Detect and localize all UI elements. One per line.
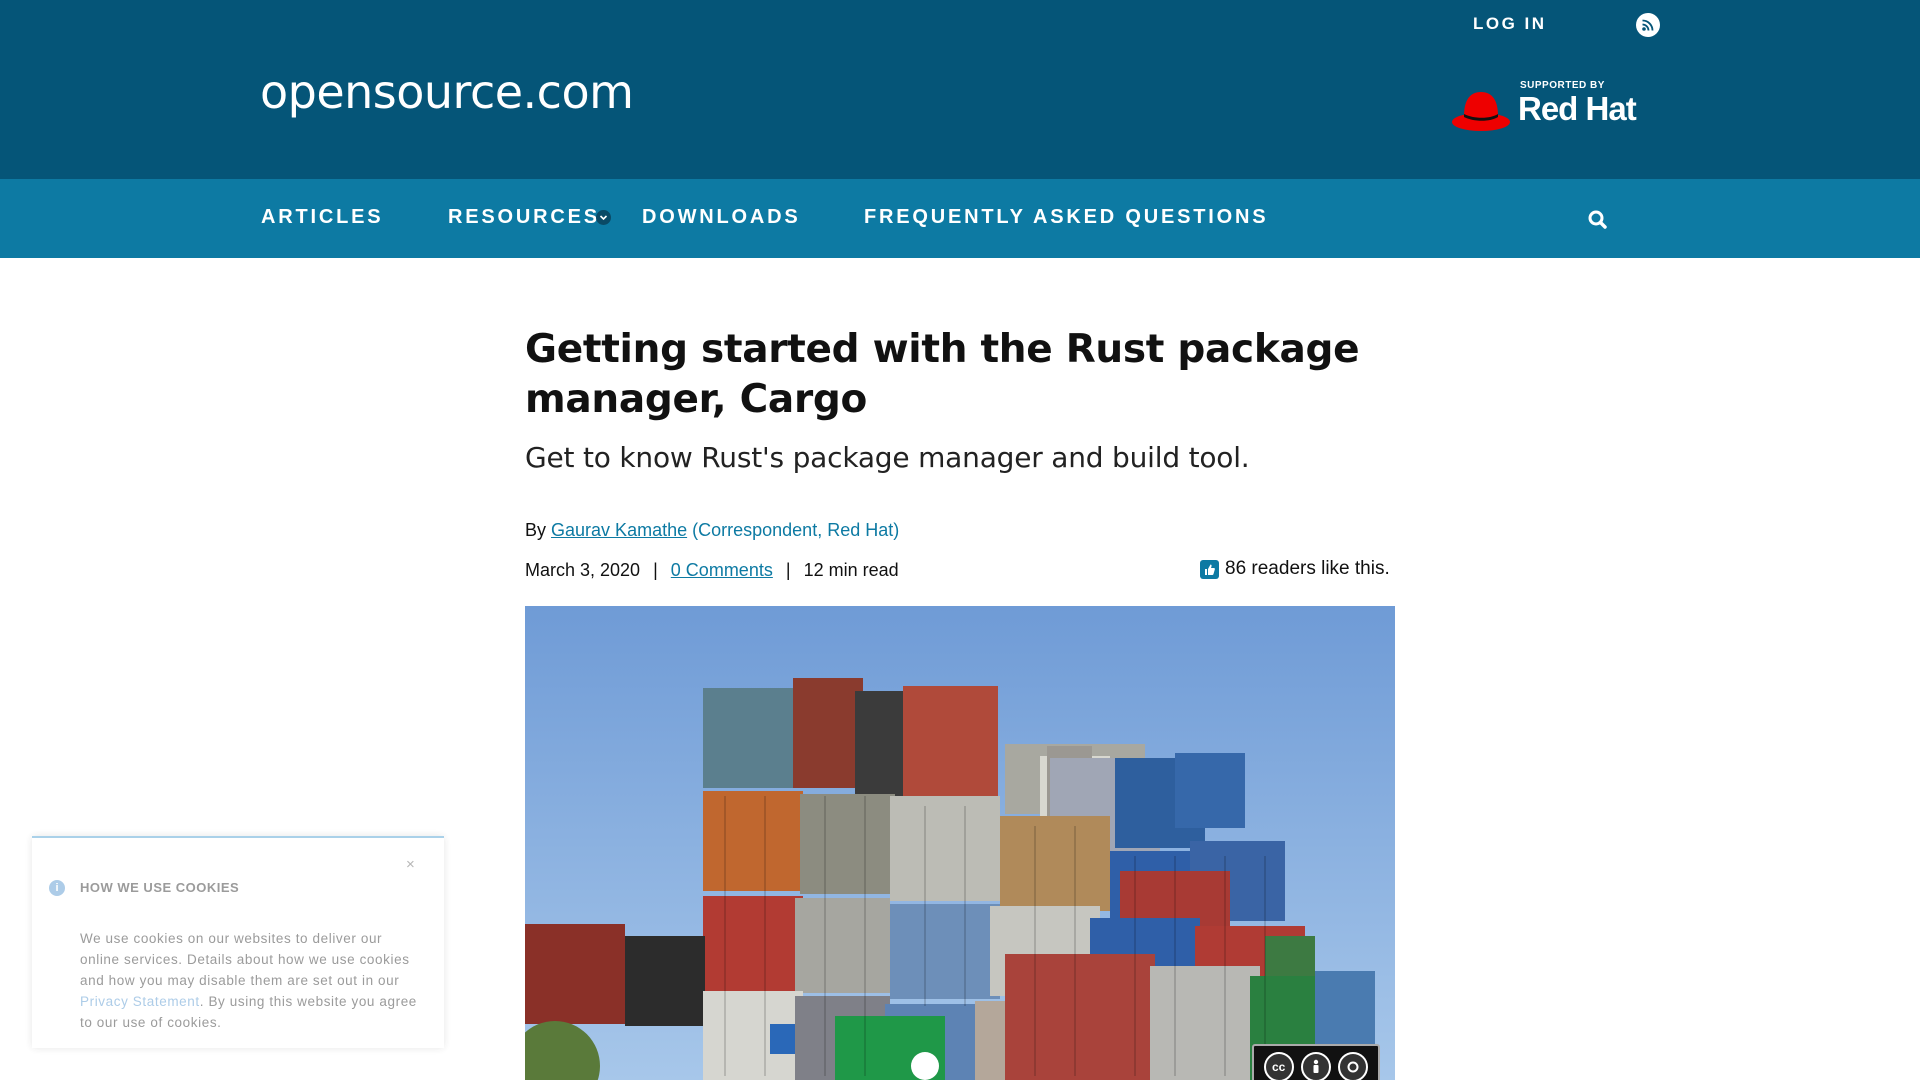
login-link[interactable]: LOG IN (1473, 14, 1547, 34)
main-nav: ARTICLES RESOURCES DOWNLOADS FREQUENTLY … (0, 179, 1920, 258)
read-time: 12 min read (803, 560, 899, 580)
author-link[interactable]: Gaurav Kamathe (551, 520, 687, 540)
cc-by-icon (1300, 1052, 1331, 1080)
article-date: March 3, 2020 (525, 560, 641, 580)
cookie-text-before: We use cookies on our websites to delive… (80, 931, 410, 988)
shipping-containers-image (525, 606, 1395, 1080)
cc-icon: cc (1263, 1052, 1294, 1080)
redhat-hat-icon (1452, 92, 1510, 131)
site-header: LOG IN opensource.com SUPPORTED BY Red H… (0, 0, 1920, 179)
thumbs-up-icon[interactable] (1200, 559, 1219, 579)
article-hero-image: cc (525, 606, 1395, 1080)
byline-prefix: By (525, 520, 547, 540)
cc-sa-icon (1338, 1052, 1369, 1080)
article-title: Getting started with the Rust package ma… (525, 327, 1360, 422)
nav-item-faq[interactable]: FREQUENTLY ASKED QUESTIONS (864, 206, 1268, 229)
article-header: Getting started with the Rust package ma… (525, 325, 1395, 474)
meta-separator: | (653, 560, 658, 580)
search-icon[interactable] (1585, 207, 1611, 233)
likes-counter[interactable]: 86 readers like this. (1200, 558, 1390, 580)
info-icon: i (49, 880, 65, 896)
article-subtitle: Get to know Rust's package manager and b… (525, 441, 1250, 474)
nav-item-articles[interactable]: ARTICLES (261, 206, 383, 229)
cookie-title: HOW WE USE COOKIES (80, 880, 240, 895)
author-role: (Correspondent, Red Hat) (692, 520, 900, 540)
likes-text: 86 readers like this. (1225, 558, 1390, 579)
article-meta: March 3, 2020 | 0 Comments | 12 min read (525, 560, 899, 581)
close-icon[interactable]: × (406, 856, 415, 873)
byline: By Gaurav Kamathe (Correspondent, Red Ha… (525, 520, 899, 541)
cookie-banner: i HOW WE USE COOKIES × We use cookies on… (32, 836, 444, 1048)
nav-item-downloads[interactable]: DOWNLOADS (642, 206, 801, 229)
sponsor-name: Red Hat (1518, 90, 1637, 127)
cc-license-badge: cc (1252, 1044, 1380, 1080)
rss-icon[interactable] (1636, 13, 1660, 37)
cookie-body: We use cookies on our websites to delive… (80, 928, 425, 1033)
redhat-logo[interactable]: SUPPORTED BY Red Hat (1450, 78, 1650, 136)
site-logo[interactable]: opensource.com (260, 62, 634, 122)
comments-link[interactable]: 0 Comments (671, 560, 773, 580)
chevron-down-icon[interactable] (596, 210, 611, 225)
privacy-statement-link[interactable]: Privacy Statement (80, 994, 200, 1009)
nav-item-resources[interactable]: RESOURCES (448, 206, 600, 229)
meta-separator: | (785, 560, 791, 580)
